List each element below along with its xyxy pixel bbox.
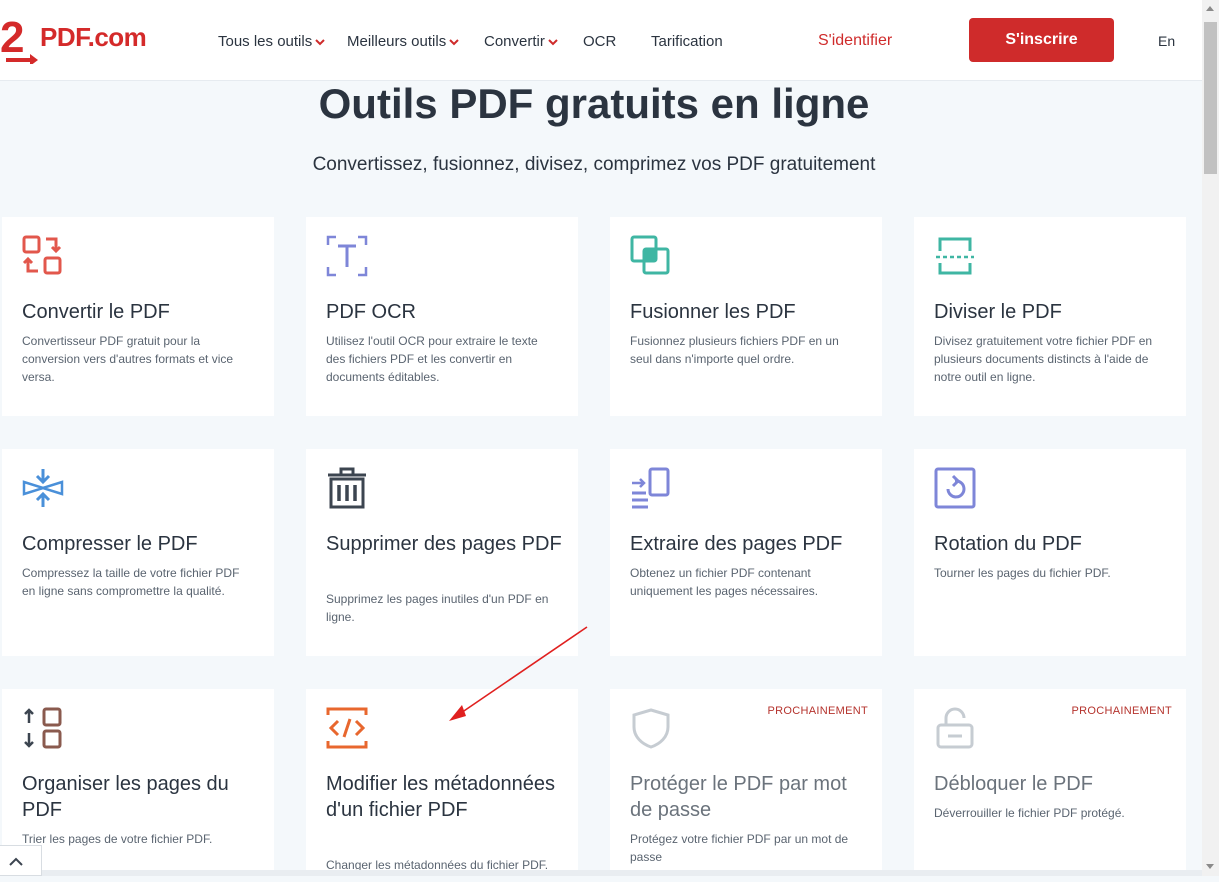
tool-card-desc: Fusionnez plusieurs fichiers PDF en un s… — [630, 334, 839, 366]
rotate-icon — [934, 467, 976, 509]
coming-soon-badge: PROCHAINEMENT — [767, 705, 868, 717]
tool-card-title: Débloquer le PDF — [934, 773, 1093, 795]
nav-label: OCR — [583, 33, 617, 50]
tool-card-title: Compresser le PDF — [22, 533, 198, 555]
tool-card-title: Diviser le PDF — [934, 301, 1062, 323]
tool-card-convert[interactable]: Convertir le PDF Convertisseur PDF gratu… — [2, 217, 274, 416]
tool-card-metadata[interactable]: Modifier les métadonnées d'un fichier PD… — [306, 689, 578, 876]
nav-item-ocr[interactable]: OCR — [583, 33, 616, 50]
tool-card-organize[interactable]: Organiser les pages du PDF Trier les pag… — [2, 689, 274, 876]
chevron-up-icon — [9, 857, 23, 866]
nav-item-all-tools[interactable]: Tous les outils — [218, 33, 326, 50]
tool-card-desc: Convertisseur PDF gratuit pour la conver… — [22, 334, 234, 384]
logo-digit: 2 — [0, 14, 24, 62]
tool-card-desc: Divisez gratuitement votre fichier PDF e… — [934, 334, 1153, 384]
tool-card-desc: Supprimez les pages inutiles d'un PDF en… — [326, 592, 549, 624]
tool-card-title: Modifier les métadonnées d'un fichier PD… — [326, 773, 556, 821]
organize-icon — [24, 707, 62, 749]
page-subtitle: Convertissez, fusionnez, divisez, compri… — [312, 154, 876, 175]
coming-soon-badge: PROCHAINEMENT — [1071, 705, 1172, 717]
split-icon — [936, 237, 974, 275]
scrollbar-thumb[interactable] — [1204, 22, 1217, 174]
nav-label: Convertir — [484, 33, 545, 50]
nav-item-convert[interactable]: Convertir — [484, 33, 559, 50]
tool-card-desc: Protégez votre fichier PDF par un mot de… — [630, 832, 849, 864]
code-icon — [326, 707, 368, 749]
top-header: 2 PDF.com Tous les outils Meilleurs outi… — [0, 0, 1202, 81]
chevron-down-icon — [315, 38, 325, 45]
bottom-strip — [0, 870, 1202, 876]
tool-card-ocr[interactable]: PDF OCR Utilisez l'outil OCR pour extrai… — [306, 217, 578, 416]
tool-card-split[interactable]: Diviser le PDF Divisez gratuitement votr… — [914, 217, 1186, 416]
nav-item-best-tools[interactable]: Meilleurs outils — [347, 33, 460, 50]
tool-card-merge[interactable]: Fusionner les PDF Fusionnez plusieurs fi… — [610, 217, 882, 416]
tool-card-title: Convertir le PDF — [22, 301, 170, 323]
tool-card-desc: Tourner les pages du fichier PDF. — [934, 566, 1111, 580]
unlock-icon — [936, 707, 974, 749]
tool-card-desc: Trier les pages de votre fichier PDF. — [22, 832, 213, 846]
tool-card-title: Organiser les pages du PDF — [22, 773, 229, 821]
language-switch[interactable]: En — [1158, 33, 1175, 49]
tool-card-title: PDF OCR — [326, 301, 416, 323]
tool-card-unlock[interactable]: PROCHAINEMENT Débloquer le PDF Déverroui… — [914, 689, 1186, 876]
nav-label: Tarification — [651, 33, 723, 50]
tool-card-title: Rotation du PDF — [934, 533, 1082, 555]
nav-label: Meilleurs outils — [347, 33, 447, 50]
merge-icon — [630, 235, 670, 275]
tool-card-extract-pages[interactable]: Extraire des pages PDF Obtenez un fichie… — [610, 449, 882, 656]
tool-card-compress[interactable]: Compresser le PDF Compressez la taille d… — [2, 449, 274, 656]
shield-icon — [632, 708, 670, 749]
nav-label: Tous les outils — [218, 33, 313, 50]
logo-wordmark: PDF.com — [40, 22, 147, 52]
tool-card-desc: Compressez la taille de votre fichier PD… — [22, 566, 240, 598]
scroll-down-arrow-icon[interactable] — [1206, 864, 1214, 869]
login-link[interactable]: S'identifier — [818, 32, 892, 50]
signup-button[interactable]: S'inscrire — [969, 18, 1114, 62]
convert-icon — [22, 235, 62, 275]
chevron-down-icon — [449, 38, 459, 45]
tool-card-desc: Utilisez l'outil OCR pour extraire le te… — [326, 334, 538, 384]
tool-card-title: Supprimer des pages PDF — [326, 533, 562, 555]
ocr-icon — [326, 235, 368, 277]
tool-card-title: Extraire des pages PDF — [630, 533, 843, 555]
tool-card-desc: Déverrouiller le fichier PDF protégé. — [934, 806, 1125, 820]
trash-icon — [328, 467, 366, 509]
tool-card-delete-pages[interactable]: Supprimer des pages PDF Supprimez les pa… — [306, 449, 578, 656]
page-title: Outils PDF gratuits en ligne — [318, 80, 870, 127]
tool-card-rotate[interactable]: Rotation du PDF Tourner les pages du fic… — [914, 449, 1186, 656]
back-to-top-button[interactable] — [0, 845, 42, 876]
tool-card-title: Fusionner les PDF — [630, 301, 796, 323]
chevron-down-icon — [548, 38, 558, 45]
scroll-up-arrow-icon[interactable] — [1206, 6, 1214, 11]
logo[interactable]: 2 PDF.com — [0, 0, 170, 80]
compress-icon — [22, 469, 64, 507]
tool-card-desc: Obtenez un fichier PDF contenant uniquem… — [630, 566, 819, 598]
tool-card-protect[interactable]: PROCHAINEMENT Protéger le PDF par mot de… — [610, 689, 882, 876]
extract-icon — [632, 467, 670, 509]
tool-card-title: Protéger le PDF par mot de passe — [630, 773, 847, 821]
nav-item-pricing[interactable]: Tarification — [651, 33, 723, 50]
